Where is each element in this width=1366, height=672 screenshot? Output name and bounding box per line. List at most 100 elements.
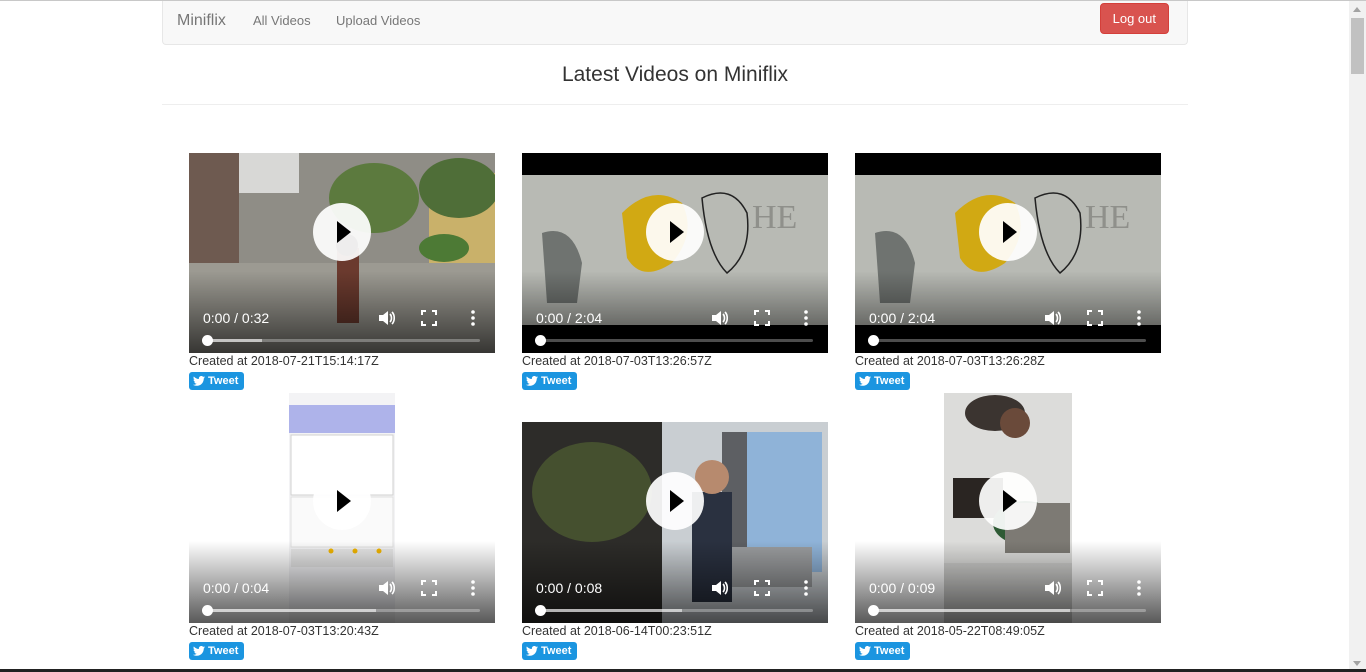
scrollbar-thumb[interactable]	[1351, 18, 1364, 74]
video-player[interactable]: 0:00 / 0:09	[855, 393, 1161, 623]
nav-upload-videos[interactable]: Upload Videos	[336, 13, 420, 28]
tweet-button[interactable]: Tweet	[522, 372, 578, 390]
video-card: 0:00 / 0:32 Created at 2018-07-21T15:14:…	[189, 153, 495, 390]
more-options-icon[interactable]	[1130, 309, 1148, 327]
fullscreen-icon[interactable]	[420, 579, 438, 597]
buffered-bar	[207, 609, 377, 612]
volume-icon[interactable]	[710, 579, 728, 597]
created-at: Created at 2018-06-14T00:23:51Z	[522, 624, 712, 638]
twitter-bird-icon	[193, 376, 205, 386]
video-time: 0:00 / 0:09	[869, 580, 936, 596]
created-at: Created at 2018-07-03T13:26:57Z	[522, 354, 712, 368]
buffered-bar	[873, 609, 1070, 612]
volume-icon[interactable]	[377, 579, 395, 597]
tweet-button[interactable]: Tweet	[855, 642, 911, 660]
tweet-label: Tweet	[541, 645, 572, 657]
scroll-up-icon[interactable]	[1353, 7, 1361, 12]
more-options-icon[interactable]	[797, 579, 815, 597]
video-time: 0:00 / 0:08	[536, 580, 603, 596]
video-controls: 0:00 / 2:04	[522, 271, 828, 353]
fullscreen-icon[interactable]	[753, 309, 771, 327]
video-card: 0:00 / 0:04 Created at 2018-07-03T13:20:…	[189, 393, 495, 660]
page: Miniflix All Videos Upload Videos Log ou…	[0, 0, 1366, 672]
fullscreen-icon[interactable]	[1086, 309, 1104, 327]
tweet-label: Tweet	[541, 375, 572, 387]
video-time: 0:00 / 2:04	[869, 310, 936, 326]
progress-knob[interactable]	[868, 335, 879, 346]
fullscreen-icon[interactable]	[420, 309, 438, 327]
video-player[interactable]: 0:00 / 0:32	[189, 153, 495, 353]
progress-bar[interactable]	[535, 605, 813, 616]
volume-icon[interactable]	[1043, 579, 1061, 597]
fullscreen-icon[interactable]	[753, 579, 771, 597]
more-options-icon[interactable]	[464, 579, 482, 597]
progress-knob[interactable]	[202, 335, 213, 346]
video-player[interactable]: HE 0:00 / 2:04	[855, 153, 1161, 353]
progress-knob[interactable]	[868, 605, 879, 616]
tweet-label: Tweet	[874, 375, 905, 387]
progress-bar[interactable]	[535, 335, 813, 346]
divider	[162, 104, 1188, 105]
brand-link[interactable]: Miniflix	[177, 12, 226, 30]
progress-bar[interactable]	[202, 335, 480, 346]
volume-icon[interactable]	[710, 309, 728, 327]
created-at: Created at 2018-07-03T13:26:28Z	[855, 354, 1045, 368]
video-card: HE 0:00 / 2:04 Created at 2018-07-03T13:…	[855, 153, 1161, 390]
video-controls: 0:00 / 0:04	[189, 541, 495, 623]
video-controls: 0:00 / 2:04	[855, 271, 1161, 353]
video-player[interactable]: HE 0:00 / 2:04	[522, 153, 828, 353]
video-player[interactable]: 0:00 / 0:08	[522, 422, 828, 623]
svg-text:HE: HE	[1085, 199, 1130, 236]
tweet-button[interactable]: Tweet	[189, 372, 245, 390]
tweet-label: Tweet	[208, 375, 239, 387]
video-time: 0:00 / 0:32	[203, 310, 270, 326]
buffered-bar	[540, 609, 682, 612]
volume-icon[interactable]	[377, 309, 395, 327]
page-title: Latest Videos on Miniflix	[561, 63, 789, 86]
twitter-bird-icon	[193, 646, 205, 656]
created-at: Created at 2018-07-03T13:20:43Z	[189, 624, 379, 638]
created-at: Created at 2018-05-22T08:49:05Z	[855, 624, 1045, 638]
twitter-bird-icon	[526, 646, 538, 656]
play-button[interactable]	[979, 203, 1037, 261]
tweet-label: Tweet	[208, 645, 239, 657]
twitter-bird-icon	[859, 646, 871, 656]
tweet-label: Tweet	[874, 645, 905, 657]
video-card: 0:00 / 0:09 Created at 2018-05-22T08:49:…	[855, 393, 1161, 660]
volume-icon[interactable]	[1043, 309, 1061, 327]
progress-bar[interactable]	[868, 335, 1146, 346]
video-controls: 0:00 / 0:32	[189, 271, 495, 353]
video-player[interactable]: 0:00 / 0:04	[189, 393, 495, 623]
svg-text:HE: HE	[752, 199, 797, 236]
scroll-down-icon[interactable]	[1353, 661, 1361, 666]
play-button[interactable]	[979, 472, 1037, 530]
more-options-icon[interactable]	[1130, 579, 1148, 597]
tweet-button[interactable]: Tweet	[189, 642, 245, 660]
logout-button[interactable]: Log out	[1099, 3, 1169, 34]
progress-knob[interactable]	[535, 335, 546, 346]
video-time: 0:00 / 2:04	[536, 310, 603, 326]
fullscreen-icon[interactable]	[1086, 579, 1104, 597]
play-button[interactable]	[646, 472, 704, 530]
video-card: HE 0:00 / 2:04 Created at 2018-07-03T13:…	[522, 153, 828, 390]
progress-knob[interactable]	[535, 605, 546, 616]
progress-bar[interactable]	[868, 605, 1146, 616]
twitter-bird-icon	[859, 376, 871, 386]
video-controls: 0:00 / 0:08	[522, 541, 828, 623]
progress-bar[interactable]	[202, 605, 480, 616]
buffered-bar	[207, 339, 262, 342]
navbar: Miniflix All Videos Upload Videos Log ou…	[162, 1, 1188, 45]
play-button[interactable]	[313, 203, 371, 261]
tweet-button[interactable]: Tweet	[522, 642, 578, 660]
play-button[interactable]	[646, 203, 704, 261]
vertical-scrollbar[interactable]	[1349, 1, 1366, 672]
video-time: 0:00 / 0:04	[203, 580, 270, 596]
progress-knob[interactable]	[202, 605, 213, 616]
video-controls: 0:00 / 0:09	[855, 541, 1161, 623]
tweet-button[interactable]: Tweet	[855, 372, 911, 390]
more-options-icon[interactable]	[464, 309, 482, 327]
more-options-icon[interactable]	[797, 309, 815, 327]
nav-all-videos[interactable]: All Videos	[253, 13, 311, 28]
created-at: Created at 2018-07-21T15:14:17Z	[189, 354, 379, 368]
play-button[interactable]	[313, 472, 371, 530]
